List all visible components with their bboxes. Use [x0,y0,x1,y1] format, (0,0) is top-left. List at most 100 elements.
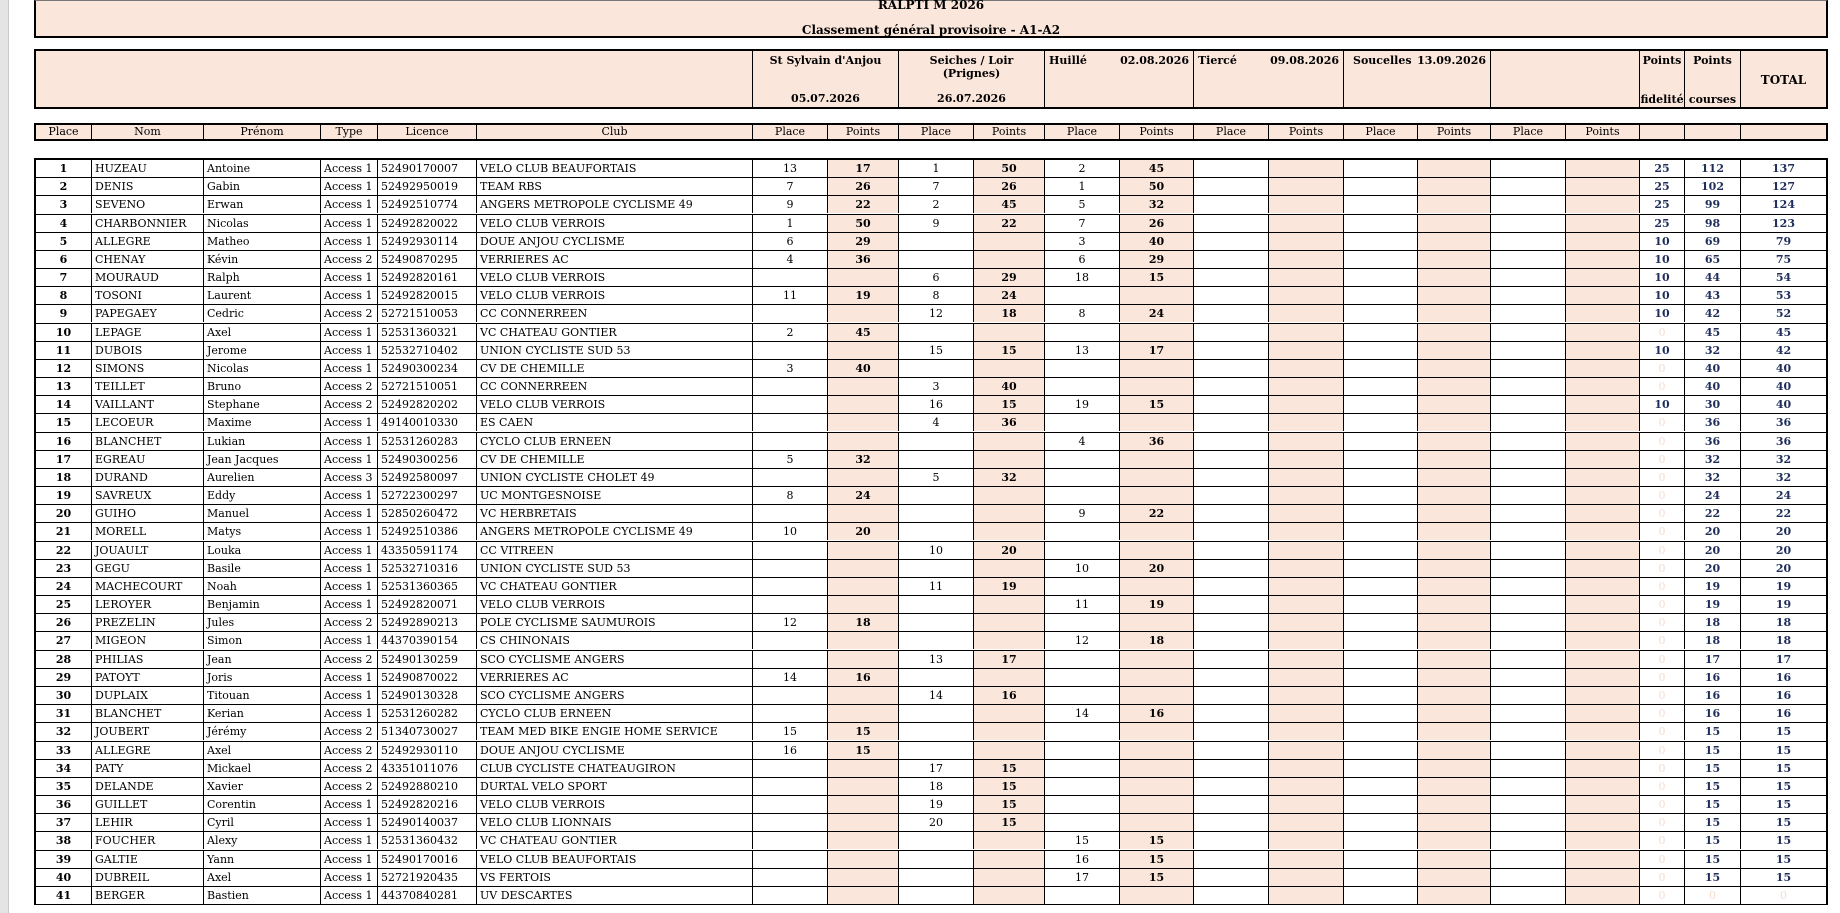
cell-club: VC CHATEAU GONTIER [476,577,752,595]
cell-event-place [898,487,973,505]
cell-event-place: 11 [1044,596,1119,614]
cell-event-place [1193,214,1268,232]
cell-nom: CHARBONNIER [91,214,203,232]
cell-event-points [1565,487,1639,505]
column-header-prenom: Prénom [203,125,320,139]
cell-event-place: 13 [898,650,973,668]
cell-place: 27 [55,634,72,648]
cell-event-place [752,396,827,414]
cell-total: 15 [1740,723,1826,741]
cell-fid: 10 [1639,287,1684,305]
event-header-5: Soucelles 13.09.2026 [1343,51,1490,107]
cell-type: Access 2 [320,723,377,741]
cell-event-points: 22 [827,196,898,214]
table-row: 28 PHILIAS Jean Access 2 52490130259 SCO CYCL… [36,650,1826,669]
cell-place: 30 [55,688,72,702]
cell-event-points: 26 [827,178,898,196]
cell-type: Access 1 [320,160,377,177]
cell-event-place [752,777,827,795]
cell-type: Access 1 [320,505,377,523]
cell-event-place: 19 [1044,396,1119,414]
cell-prenom: Eddy [203,487,320,505]
cell-fid: 0 [1639,487,1684,505]
cell-event-points: 18 [1119,632,1193,650]
cell-event-place [1490,359,1565,377]
cell-total: 53 [1740,287,1826,305]
column-header-club: Club [476,125,752,139]
cell-licence: 44370840281 [377,886,476,904]
cell-courses: 99 [1684,196,1740,214]
cell-licence: 52490870022 [377,668,476,686]
cell-event-place [1490,450,1565,468]
cell-prenom: Nicolas [203,359,320,377]
cell-event-place [1490,741,1565,759]
cell-place: 35 [55,779,72,793]
cell-event-place [1490,705,1565,723]
cell-licence: 52531360321 [377,323,476,341]
cell-licence: 52490170016 [377,850,476,868]
cell-prenom: Jules [203,614,320,632]
cell-event-points [1565,432,1639,450]
title-line-2: Classement général provisoire - A1-A2 [801,23,1061,37]
cell-event-place [1490,269,1565,287]
cell-event-points [1565,323,1639,341]
cell-place: 24 [55,579,72,593]
cell-licence: 52492820161 [377,269,476,287]
cell-event-points [973,705,1044,723]
cell-event-place [1490,432,1565,450]
cell-nom: GEGU [91,559,203,577]
cell-place: 7 [59,271,68,285]
cell-event-place [1490,287,1565,305]
cell-event-points [1268,523,1343,541]
cell-event-place [1490,505,1565,523]
cell-event-place [1343,559,1417,577]
cell-event-place [1343,414,1417,432]
cell-fid: 0 [1639,359,1684,377]
cell-event-points [827,832,898,850]
cell-event-points [1565,686,1639,704]
cell-event-points [973,868,1044,886]
cell-event-points [1417,396,1490,414]
cell-event-place [1044,323,1119,341]
cell-event-points [1565,414,1639,432]
cell-event-points [1417,432,1490,450]
cell-event-place: 2 [1044,160,1119,177]
cell-club: VERRIERES AC [476,668,752,686]
cell-fid: 10 [1639,250,1684,268]
cell-event-points [1417,214,1490,232]
cell-event-place [1490,577,1565,595]
cell-event-place [1343,577,1417,595]
cell-event-points: 32 [973,468,1044,486]
cell-event-points [1119,359,1193,377]
cell-event-place [1193,396,1268,414]
cell-fid: 10 [1639,269,1684,287]
cell-event-place [1044,414,1119,432]
points-courses-header: Points courses [1684,51,1740,107]
cell-event-place [1044,359,1119,377]
cell-event-points [1417,232,1490,250]
cell-event-place [1193,378,1268,396]
cell-event-place [752,269,827,287]
cell-event-place: 16 [1044,850,1119,868]
cell-event-points [1119,650,1193,668]
cell-fid: 10 [1639,232,1684,250]
cell-event-place [1343,323,1417,341]
cell-licence: 52532710402 [377,341,476,359]
table-row: 12 SIMONS Nicolas Access 1 52490300234 CV DE … [36,359,1826,379]
cell-event-points: 24 [827,487,898,505]
cell-event-place [1343,432,1417,450]
cell-place: 12 [55,361,72,375]
cell-club: UNION CYCLISTE SUD 53 [476,559,752,577]
cell-event-points [1119,777,1193,795]
cell-event-place [752,705,827,723]
cell-event-place [1044,886,1119,904]
cell-event-points [1565,668,1639,686]
cell-club: VELO CLUB VERROIS [476,796,752,814]
cell-event-points [827,868,898,886]
cell-event-place [1193,650,1268,668]
cell-event-place [1193,414,1268,432]
cell-event-points [1565,886,1639,904]
cell-fid: 0 [1639,323,1684,341]
event-date: 02.08.2026 [1120,54,1189,67]
cell-event-points [1268,160,1343,177]
